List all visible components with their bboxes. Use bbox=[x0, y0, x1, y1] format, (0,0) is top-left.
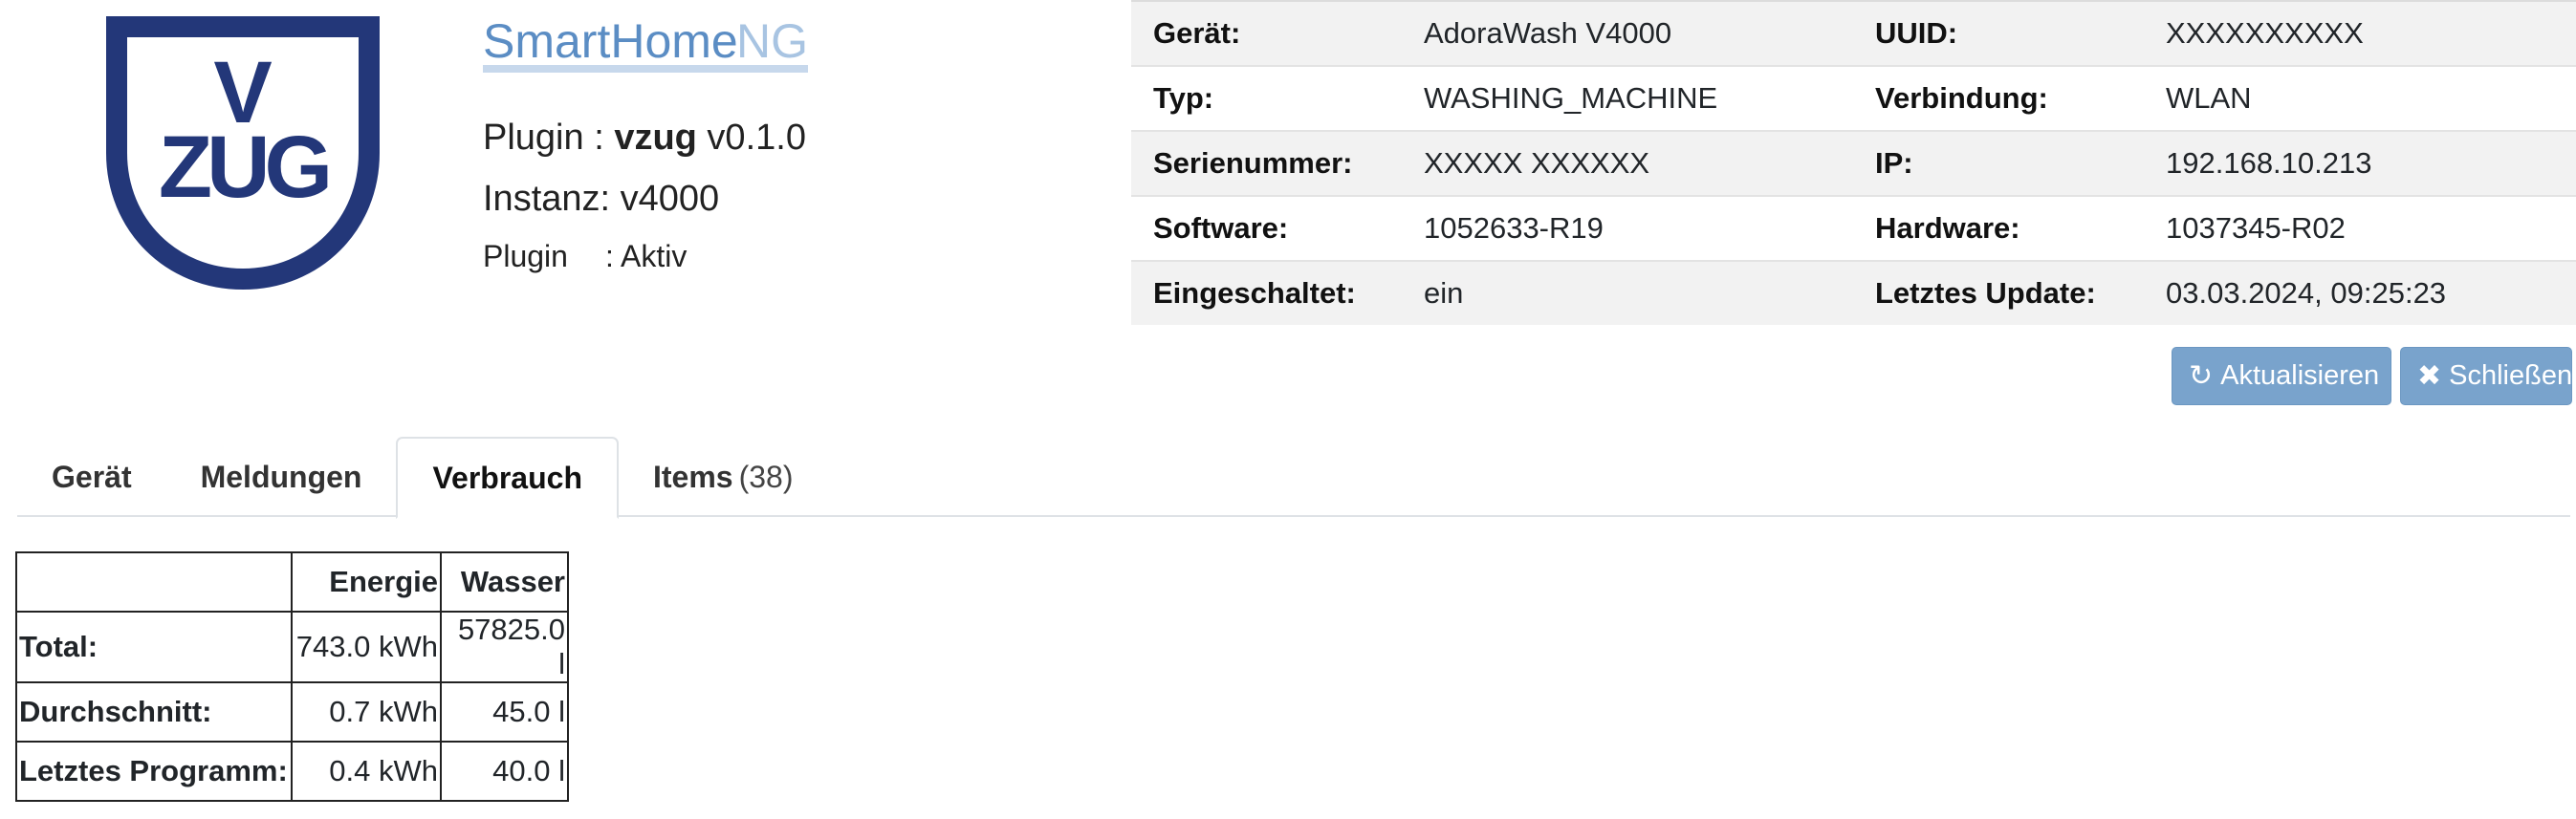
info-value: XXXXX XXXXXX bbox=[1402, 130, 1853, 196]
info-value: 1052633-R19 bbox=[1402, 195, 1853, 261]
header-energy: Energie bbox=[291, 551, 442, 613]
info-key: Gerät: bbox=[1131, 0, 1402, 66]
info-value: 1037345-R02 bbox=[2144, 195, 2576, 261]
table-row: Software: 1052633-R19 Hardware: 1037345-R02 bbox=[1131, 195, 2576, 261]
instance-value: v4000 bbox=[620, 179, 720, 219]
info-key: IP: bbox=[1853, 130, 2144, 196]
info-key: UUID: bbox=[1853, 0, 2144, 66]
row-label: Letztes Programm: bbox=[15, 741, 293, 802]
status-value: : Aktiv bbox=[605, 239, 688, 273]
tab-label: Items bbox=[652, 459, 733, 494]
tab-label: Meldungen bbox=[200, 459, 362, 494]
instance-line: Instanz: v4000 bbox=[483, 168, 806, 229]
info-value: ein bbox=[1402, 260, 1853, 325]
info-value: 03.03.2024, 09:25:23 bbox=[2144, 260, 2576, 325]
table-row: Typ: WASHING_MACHINE Verbindung: WLAN bbox=[1131, 65, 2576, 131]
tab-verbrauch[interactable]: Verbrauch bbox=[396, 437, 619, 519]
info-key: Software: bbox=[1131, 195, 1402, 261]
info-key: Letztes Update: bbox=[1853, 260, 2144, 325]
vzug-logo: V ZUG bbox=[106, 16, 380, 291]
row-label: Durchschnitt: bbox=[15, 681, 293, 743]
refresh-icon: ↻ bbox=[2189, 360, 2214, 392]
info-value: AdoraWash V4000 bbox=[1402, 0, 1853, 66]
logo-letters-zug: ZUG bbox=[159, 119, 328, 216]
status-label: Plugin bbox=[483, 239, 568, 273]
info-value: WLAN bbox=[2144, 65, 2576, 131]
plugin-status-line: Plugin : Aktiv bbox=[483, 229, 806, 283]
info-key: Verbindung: bbox=[1853, 65, 2144, 131]
table-row: Durchschnitt: 0.7 kWh 45.0 l bbox=[15, 681, 569, 743]
plugin-name-line: Plugin : vzug v0.1.0 bbox=[483, 107, 806, 168]
tab-meldungen[interactable]: Meldungen bbox=[166, 437, 397, 517]
table-row: Eingeschaltet: ein Letztes Update: 03.03.20… bbox=[1131, 260, 2576, 325]
smarthomeng-logo: SmartHome NG bbox=[481, 0, 816, 86]
tab-count-badge: (38) bbox=[738, 459, 794, 494]
info-key: Typ: bbox=[1131, 65, 1402, 131]
tab-bar: Gerät Meldungen Verbrauch Items (38) bbox=[17, 437, 2570, 519]
info-key: Hardware: bbox=[1853, 195, 2144, 261]
plugin-version: v0.1.0 bbox=[696, 118, 806, 158]
row-label: Total: bbox=[15, 611, 293, 683]
tab-label: Gerät bbox=[52, 459, 132, 494]
info-value: WASHING_MACHINE bbox=[1402, 65, 1853, 131]
plugin-name: vzug bbox=[614, 118, 697, 158]
water-value: 57825.0 l bbox=[440, 611, 569, 683]
info-value: 192.168.10.213 bbox=[2144, 130, 2576, 196]
refresh-button[interactable]: ↻ Aktualisieren bbox=[2172, 347, 2391, 405]
header-empty bbox=[15, 551, 293, 613]
tab-label: Verbrauch bbox=[432, 460, 582, 495]
close-button-label: Schließen bbox=[2449, 360, 2573, 391]
energy-value: 0.7 kWh bbox=[291, 681, 442, 743]
header-water: Wasser bbox=[440, 551, 569, 613]
tab-items[interactable]: Items (38) bbox=[619, 437, 828, 517]
brand-text-smarthome: SmartHome bbox=[483, 14, 738, 68]
water-value: 40.0 l bbox=[440, 741, 569, 802]
energy-value: 0.4 kWh bbox=[291, 741, 442, 802]
info-key: Eingeschaltet: bbox=[1131, 260, 1402, 325]
table-row: Gerät: AdoraWash V4000 UUID: XXXXXXXXXX bbox=[1131, 0, 2576, 66]
close-button[interactable]: ✖ Schließen bbox=[2400, 347, 2572, 405]
tab-geraet[interactable]: Gerät bbox=[17, 437, 166, 517]
table-header-row: Energie Wasser bbox=[15, 551, 569, 613]
water-value: 45.0 l bbox=[440, 681, 569, 743]
info-value: XXXXXXXXXX bbox=[2144, 0, 2576, 66]
table-row: Letztes Programm: 0.4 kWh 40.0 l bbox=[15, 741, 569, 802]
close-icon: ✖ bbox=[2417, 360, 2442, 392]
instance-label: Instanz: bbox=[483, 179, 621, 219]
energy-value: 743.0 kWh bbox=[291, 611, 442, 683]
device-info-table: Gerät: AdoraWash V4000 UUID: XXXXXXXXXX Typ:… bbox=[1131, 0, 2576, 325]
table-row: Total: 743.0 kWh 57825.0 l bbox=[15, 611, 569, 683]
table-row: Serienummer: XXXXX XXXXXX IP: 192.168.10.21… bbox=[1131, 130, 2576, 196]
info-key: Serienummer: bbox=[1131, 130, 1402, 196]
brand-text-ng: NG bbox=[736, 14, 808, 68]
consumption-table: Energie Wasser Total: 743.0 kWh 57825.0 lD… bbox=[15, 551, 569, 802]
plugin-label: Plugin : bbox=[483, 118, 615, 158]
refresh-button-label: Aktualisieren bbox=[2220, 360, 2380, 391]
plugin-info: Plugin : vzug v0.1.0 Instanz: v4000 Plug… bbox=[483, 107, 806, 283]
